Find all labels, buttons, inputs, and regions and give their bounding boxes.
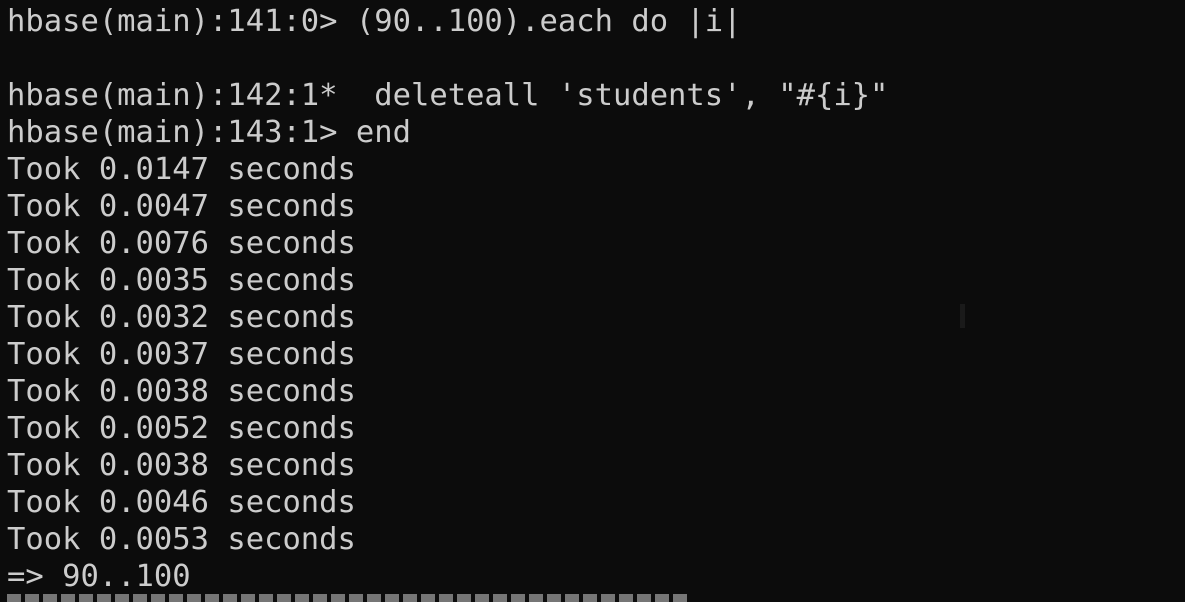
output-line: Took 0.0037 seconds <box>7 337 356 372</box>
output-line: Took 0.0038 seconds <box>7 448 356 483</box>
output-line: Took 0.0046 seconds <box>7 485 356 520</box>
output-line: Took 0.0053 seconds <box>7 522 356 557</box>
output-line: Took 0.0032 seconds <box>7 300 356 335</box>
output-line: Took 0.0147 seconds <box>7 152 356 187</box>
terminal-window[interactable]: hbase(main):141:0> (90..100).each do |i|… <box>0 0 1185 602</box>
text-cursor <box>960 304 965 328</box>
result-line: => 90..100 <box>7 559 191 594</box>
cut-off-next-line <box>7 594 687 602</box>
prompt-line: hbase(main):142:1* deleteall 'students',… <box>7 78 889 113</box>
prompt-line: hbase(main):143:1> end <box>7 115 411 150</box>
output-line: Took 0.0047 seconds <box>7 189 356 224</box>
output-line: Took 0.0076 seconds <box>7 226 356 261</box>
prompt-line: hbase(main):141:0> (90..100).each do |i| <box>7 4 742 39</box>
output-line: Took 0.0035 seconds <box>7 263 356 298</box>
output-line: Took 0.0052 seconds <box>7 411 356 446</box>
output-line: Took 0.0038 seconds <box>7 374 356 409</box>
